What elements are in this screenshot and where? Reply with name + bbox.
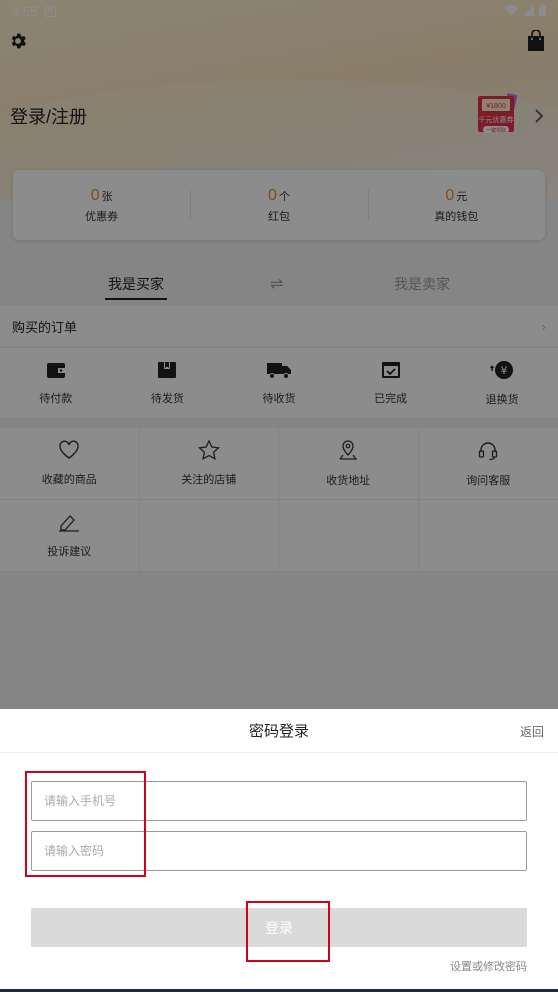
reset-password-link[interactable]: 设置或修改密码 bbox=[450, 958, 527, 974]
password-login-sheet: 密码登录 返回 登录 设置或修改密码 bbox=[0, 709, 558, 992]
phone-input[interactable] bbox=[31, 781, 527, 821]
back-button[interactable]: 返回 bbox=[520, 723, 544, 740]
password-input[interactable] bbox=[31, 831, 527, 871]
sheet-title: 密码登录 bbox=[248, 723, 309, 740]
login-button[interactable]: 登录 bbox=[31, 908, 527, 947]
sheet-header: 密码登录 返回 bbox=[0, 709, 558, 753]
